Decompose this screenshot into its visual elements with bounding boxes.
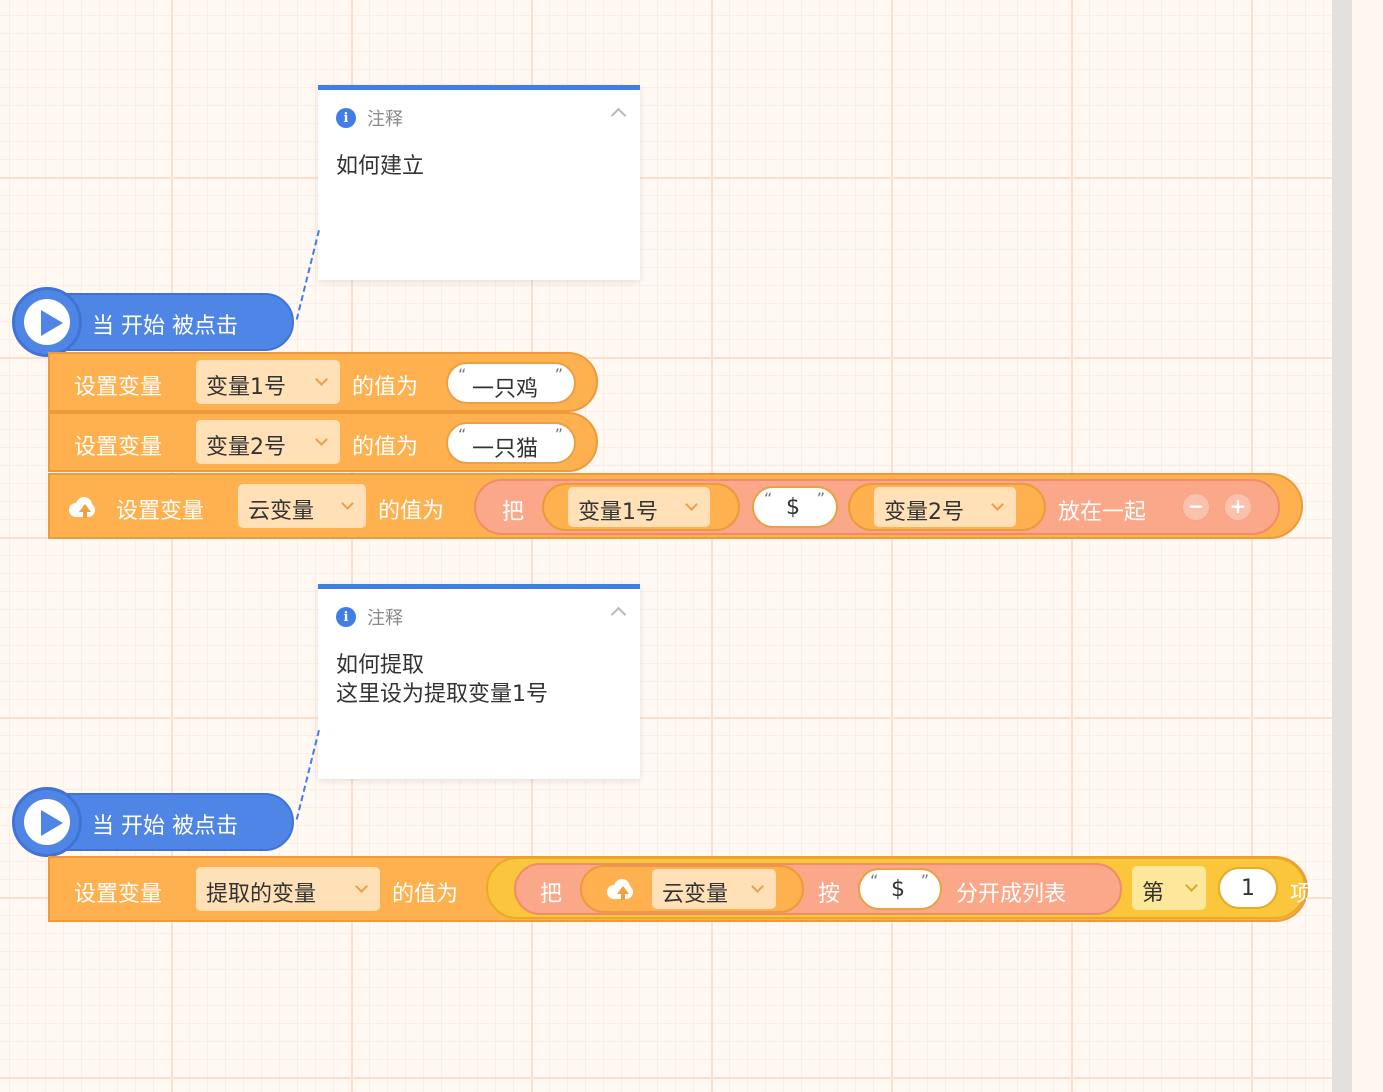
vertical-scrollbar[interactable] xyxy=(1332,0,1352,1092)
open-quote: “ xyxy=(458,365,467,384)
string-input[interactable]: “ 一只鸡 ” xyxy=(446,362,576,404)
chevron-down-icon xyxy=(685,498,698,511)
comment-body-line: 如何建立 xyxy=(336,154,425,179)
chevron-up-icon[interactable] xyxy=(610,107,627,124)
index-input[interactable]: 1 xyxy=(1218,867,1278,909)
set-variable-block[interactable]: 设置变量 提取的变量 的值为 把 云变量 按 “ $ ” 分开成列表 第 1 项 xyxy=(48,856,1312,922)
value-label: 的值为 xyxy=(352,375,419,400)
info-icon: i xyxy=(336,108,356,128)
variable-reporter[interactable]: 变量2号 xyxy=(848,483,1046,531)
comment-connector xyxy=(295,730,320,820)
when-start-clicked-block[interactable]: 当 开始 被点击 xyxy=(12,787,294,857)
chevron-down-icon xyxy=(355,880,368,893)
dropdown-value: 变量1号 xyxy=(578,500,658,525)
set-variable-block[interactable]: 设置变量 变量1号 的值为 “ 一只鸡 ” xyxy=(48,352,598,412)
hat-label: 当 开始 被点击 xyxy=(92,314,238,339)
comment-body[interactable]: 如何建立 xyxy=(336,152,424,181)
info-icon: i xyxy=(336,607,356,627)
dropdown-value: 变量1号 xyxy=(206,375,286,400)
split-to-list-block[interactable]: 把 云变量 按 “ $ ” 分开成列表 xyxy=(514,863,1122,915)
add-item-button[interactable]: + xyxy=(1224,493,1252,521)
play-icon xyxy=(12,787,82,857)
item-label: 项 xyxy=(1290,882,1313,907)
comment-connector xyxy=(295,230,320,320)
canvas-edge xyxy=(1352,0,1383,1092)
separator-value: $ xyxy=(891,877,905,902)
value-label: 的值为 xyxy=(352,435,419,460)
cloud-upload-icon xyxy=(66,496,98,520)
split-label: 分开成列表 xyxy=(956,882,1067,907)
dropdown-value: 第 xyxy=(1142,881,1165,906)
comment-body[interactable]: 如何提取 这里设为提取变量1号 xyxy=(336,651,548,709)
comment-note-1[interactable]: i 注释 如何建立 xyxy=(318,85,640,280)
block-label: 设置变量 xyxy=(74,375,163,400)
variable-dropdown[interactable]: 变量1号 xyxy=(196,360,340,404)
when-start-clicked-block[interactable]: 当 开始 被点击 xyxy=(12,287,294,357)
block-label: 设置变量 xyxy=(74,435,163,460)
value-label: 的值为 xyxy=(378,499,445,524)
block-label: 设置变量 xyxy=(74,882,163,907)
close-quote: ” xyxy=(816,489,825,508)
split-prefix: 把 xyxy=(540,882,563,907)
list-item-block[interactable]: 把 云变量 按 “ $ ” 分开成列表 第 1 项 xyxy=(486,857,1312,919)
chevron-down-icon xyxy=(315,433,328,446)
dropdown-value: 变量2号 xyxy=(884,500,964,525)
separator-value: $ xyxy=(786,495,800,520)
close-quote: ” xyxy=(554,425,563,444)
variable-dropdown[interactable]: 云变量 xyxy=(238,484,366,528)
dropdown-value: 云变量 xyxy=(248,499,315,524)
comment-title: 注释 xyxy=(367,608,403,629)
close-quote: ” xyxy=(920,871,929,890)
chevron-down-icon xyxy=(991,498,1004,511)
join-prefix: 把 xyxy=(502,500,525,525)
chevron-down-icon xyxy=(315,373,328,386)
join-suffix: 放在一起 xyxy=(1058,500,1147,525)
index-value: 1 xyxy=(1241,876,1255,901)
string-value: 一只猫 xyxy=(472,437,539,462)
open-quote: “ xyxy=(458,425,467,444)
close-quote: ” xyxy=(554,365,563,384)
comment-title: 注释 xyxy=(367,109,403,130)
dropdown-value: 提取的变量 xyxy=(206,882,317,907)
string-input[interactable]: “ 一只猫 ” xyxy=(446,422,576,464)
split-by-label: 按 xyxy=(818,882,841,907)
block-label: 设置变量 xyxy=(116,499,205,524)
dropdown-value: 变量2号 xyxy=(206,435,286,460)
value-label: 的值为 xyxy=(392,882,459,907)
chevron-down-icon xyxy=(341,497,354,510)
variable-dropdown[interactable]: 变量2号 xyxy=(196,420,340,464)
comment-body-line: 如何提取 xyxy=(336,653,425,678)
open-quote: “ xyxy=(764,489,773,508)
chevron-down-icon xyxy=(751,880,764,893)
variable-dropdown[interactable]: 变量1号 xyxy=(568,487,710,527)
chevron-down-icon xyxy=(1185,879,1198,892)
string-value: 一只鸡 xyxy=(472,377,539,402)
set-cloud-variable-block[interactable]: 设置变量 云变量 的值为 把 变量1号 “ $ ” 变量2号 放在一起 − + xyxy=(48,473,1303,539)
comment-note-2[interactable]: i 注释 如何提取 这里设为提取变量1号 xyxy=(318,584,640,779)
ordinal-dropdown[interactable]: 第 xyxy=(1132,866,1206,910)
comment-header: i 注释 xyxy=(336,605,403,629)
cloud-upload-icon xyxy=(604,878,636,902)
cloud-variable-reporter[interactable]: 云变量 xyxy=(580,865,804,913)
open-quote: “ xyxy=(870,871,879,890)
variable-dropdown[interactable]: 云变量 xyxy=(652,869,776,909)
join-operator-block[interactable]: 把 变量1号 “ $ ” 变量2号 放在一起 − + xyxy=(474,479,1280,535)
hat-label: 当 开始 被点击 xyxy=(92,814,238,839)
separator-input[interactable]: “ $ ” xyxy=(752,486,838,528)
dropdown-value: 云变量 xyxy=(662,882,729,907)
separator-input[interactable]: “ $ ” xyxy=(858,868,942,910)
variable-dropdown[interactable]: 变量2号 xyxy=(874,487,1016,527)
remove-item-button[interactable]: − xyxy=(1182,493,1210,521)
comment-body-line: 这里设为提取变量1号 xyxy=(336,682,548,707)
play-icon xyxy=(12,287,82,357)
set-variable-block[interactable]: 设置变量 变量2号 的值为 “ 一只猫 ” xyxy=(48,412,598,472)
comment-header: i 注释 xyxy=(336,106,403,130)
variable-dropdown[interactable]: 提取的变量 xyxy=(196,867,380,911)
chevron-up-icon[interactable] xyxy=(610,606,627,623)
variable-reporter[interactable]: 变量1号 xyxy=(542,483,740,531)
